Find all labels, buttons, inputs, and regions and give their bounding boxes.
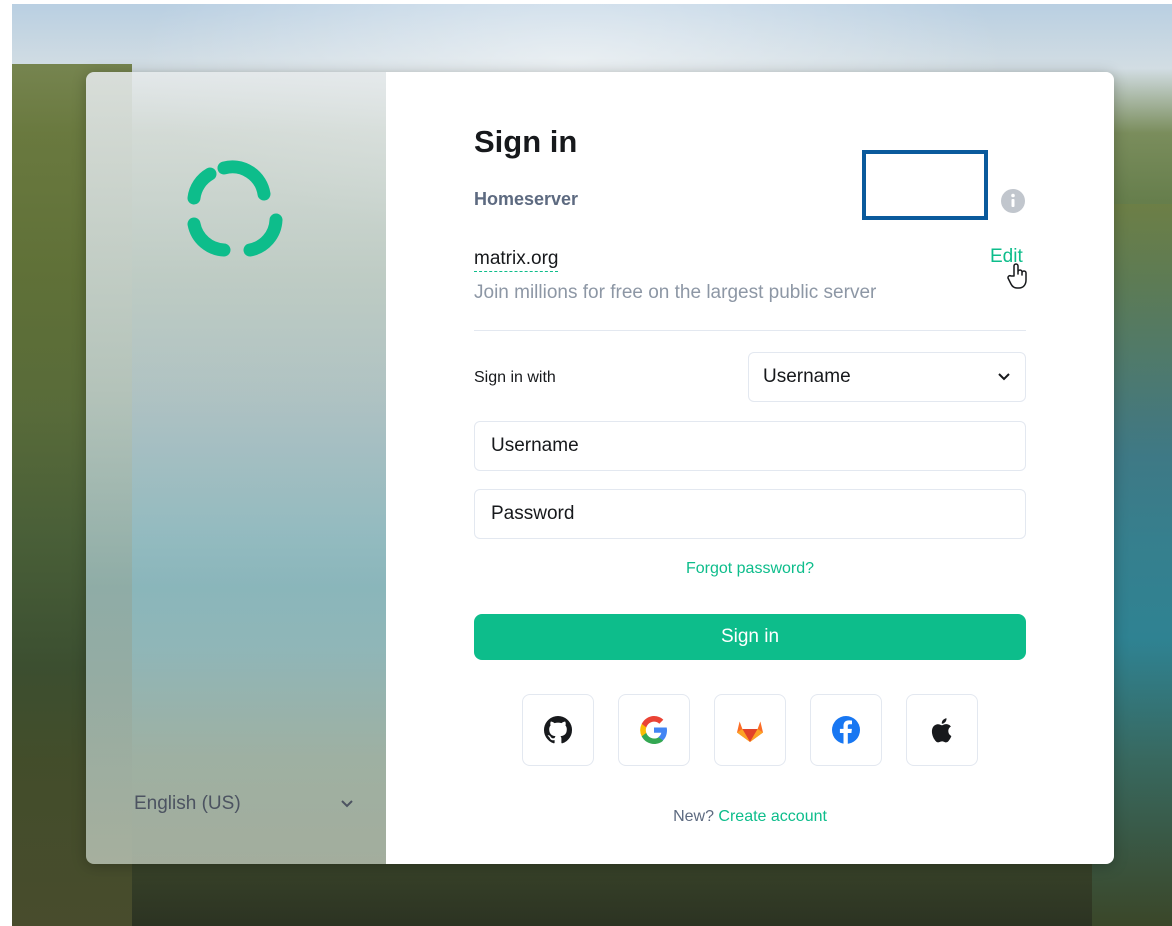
- info-icon[interactable]: [1000, 188, 1026, 214]
- github-sso-button[interactable]: [522, 694, 594, 766]
- language-selector[interactable]: English (US): [134, 790, 354, 818]
- new-user-prompt: New?: [673, 808, 714, 825]
- divider: [474, 330, 1026, 331]
- forgot-password-row: Forgot password?: [386, 560, 1114, 578]
- homeserver-label: Homeserver: [474, 189, 579, 209]
- login-card: English (US) Sign in Homeserver matrix.o…: [86, 72, 1114, 864]
- facebook-icon: [832, 716, 860, 744]
- create-account-link[interactable]: Create account: [718, 808, 827, 825]
- language-label: English (US): [134, 793, 241, 814]
- apple-sso-button[interactable]: [906, 694, 978, 766]
- google-sso-button[interactable]: [618, 694, 690, 766]
- page-title: Sign in: [474, 124, 578, 159]
- sign-in-button[interactable]: Sign in: [474, 614, 1026, 660]
- github-icon: [543, 716, 573, 744]
- username-input[interactable]: [474, 421, 1026, 471]
- facebook-sso-button[interactable]: [810, 694, 882, 766]
- login-form-panel: Sign in Homeserver matrix.org Join milli…: [386, 72, 1114, 864]
- sign-in-method-select[interactable]: Username: [748, 352, 1026, 402]
- forgot-password-link[interactable]: Forgot password?: [686, 560, 814, 577]
- gitlab-sso-button[interactable]: [714, 694, 786, 766]
- sign-in-method-value: Username: [763, 366, 851, 387]
- footer-signup: New? Create account: [386, 808, 1114, 826]
- homeserver-value: matrix.org: [474, 248, 559, 272]
- element-logo-icon: [187, 160, 283, 257]
- homeserver-description: Join millions for free on the largest pu…: [474, 282, 877, 303]
- apple-icon: [931, 718, 952, 743]
- gitlab-icon: [737, 721, 763, 742]
- chevron-down-icon: [998, 373, 1010, 381]
- edit-homeserver-link[interactable]: Edit: [990, 246, 1023, 268]
- password-input[interactable]: [474, 489, 1026, 539]
- login-sidebar: English (US): [86, 72, 386, 864]
- sso-buttons: [522, 694, 978, 768]
- google-icon: [640, 716, 667, 744]
- sign-in-with-label: Sign in with: [474, 369, 556, 386]
- chevron-down-icon: [341, 800, 353, 808]
